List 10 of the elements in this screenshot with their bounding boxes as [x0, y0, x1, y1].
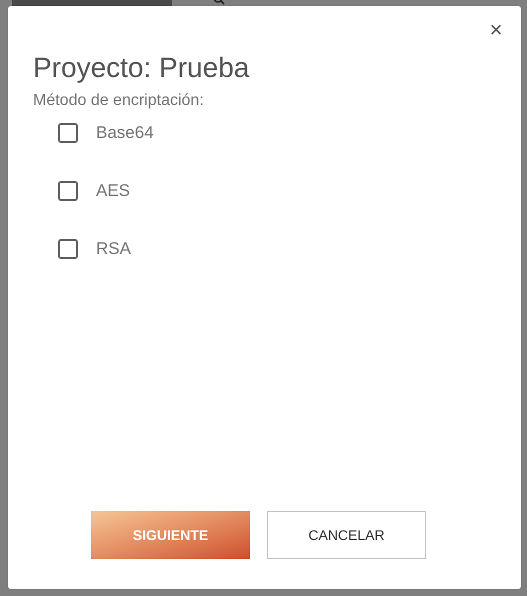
close-button[interactable]: ×: [486, 20, 506, 40]
cancel-button[interactable]: CANCELAR: [267, 511, 426, 559]
option-label: Base64: [96, 122, 154, 144]
dialog-title: Proyecto: Prueba: [33, 51, 250, 85]
option-label: AES: [96, 180, 130, 202]
checkbox[interactable]: [58, 239, 78, 259]
checkbox[interactable]: [58, 181, 78, 201]
option-label: RSA: [96, 238, 131, 260]
checkbox[interactable]: [58, 123, 78, 143]
field-label: Método de encriptación:: [33, 91, 204, 111]
